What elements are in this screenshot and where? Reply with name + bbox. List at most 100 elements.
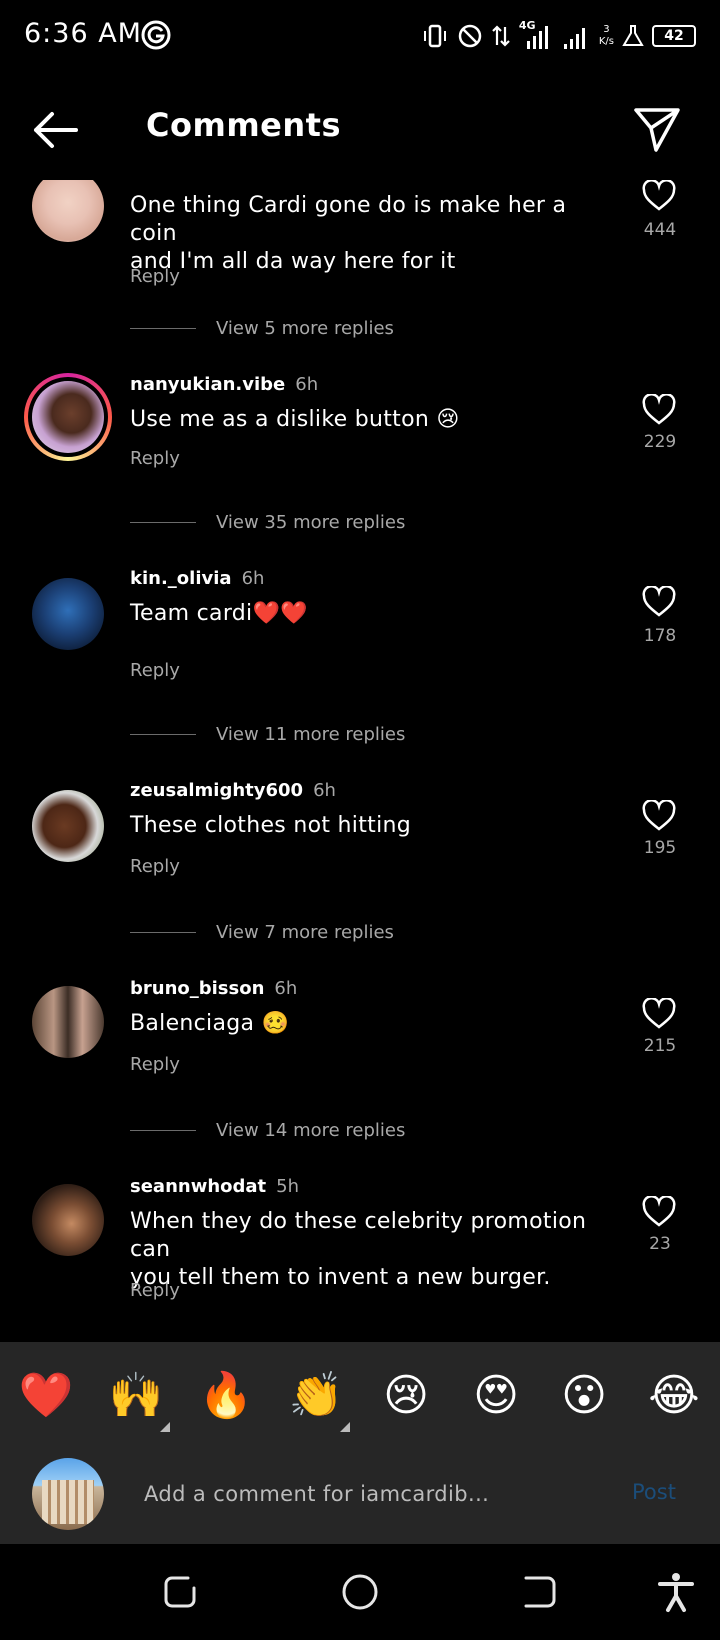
network-speed: 3 K/s bbox=[599, 24, 614, 48]
view-more-replies[interactable]: View 11 more replies bbox=[130, 722, 405, 746]
emoji-tears-of-joy[interactable]: 😂 bbox=[642, 1366, 706, 1426]
accessibility-icon[interactable] bbox=[654, 1570, 698, 1614]
back-nav-icon[interactable] bbox=[518, 1570, 562, 1614]
comment-time: 6h bbox=[295, 374, 319, 395]
emoji-clapping[interactable]: 👏 bbox=[284, 1366, 348, 1426]
comment-text: One thing Cardi gone do is make her a co… bbox=[130, 192, 620, 276]
comment-text: These clothes not hitting bbox=[130, 813, 411, 838]
comment-composer-panel: ❤️ 🙌 🔥 👏 😢 😍 😮 😂 Post bbox=[0, 1342, 720, 1544]
reply-button[interactable]: Reply bbox=[130, 1280, 180, 1301]
status-time: 6:36 AM bbox=[24, 18, 142, 49]
comment-input[interactable] bbox=[144, 1474, 584, 1514]
lab-flask-icon bbox=[622, 25, 644, 46]
comment-item: One thing Cardi gone do is make her a co… bbox=[0, 180, 720, 360]
comment-text: Team cardi❤️❤️ bbox=[130, 601, 308, 626]
comment-text-line: When they do these celebrity promotion c… bbox=[130, 1209, 587, 1262]
comment-time: 5h bbox=[276, 1176, 300, 1197]
header: Comments bbox=[0, 80, 720, 180]
reply-button[interactable]: Reply bbox=[130, 1054, 180, 1075]
comment-time: 6h bbox=[274, 978, 298, 999]
view-more-replies-label: View 7 more replies bbox=[216, 921, 394, 943]
heart-icon[interactable] bbox=[642, 800, 676, 832]
like-count: 444 bbox=[643, 220, 677, 240]
comment-text-line: and I'm all da way here for it bbox=[130, 249, 456, 274]
page-title: Comments bbox=[146, 106, 341, 144]
story-ring[interactable] bbox=[24, 373, 112, 461]
divider bbox=[130, 521, 196, 523]
avatar[interactable] bbox=[32, 578, 104, 650]
username[interactable]: zeusalmighty600 bbox=[130, 780, 303, 801]
battery-indicator: 42 bbox=[652, 25, 696, 47]
comment-meta: nanyukian.vibe 6h bbox=[130, 374, 318, 395]
comment-text: Balenciaga 🥴 bbox=[130, 1011, 290, 1036]
username[interactable]: seannwhodat bbox=[130, 1176, 266, 1197]
speed-value: 3 bbox=[603, 24, 610, 35]
reply-button[interactable]: Reply bbox=[130, 856, 180, 877]
divider bbox=[130, 1129, 196, 1131]
divider bbox=[130, 733, 196, 735]
view-more-replies[interactable]: View 5 more replies bbox=[130, 316, 394, 340]
avatar[interactable] bbox=[32, 986, 104, 1058]
like-count: 195 bbox=[643, 838, 677, 858]
username[interactable]: kin._olivia bbox=[130, 568, 232, 589]
like-count: 178 bbox=[643, 626, 677, 646]
home-circle-icon[interactable] bbox=[338, 1570, 382, 1614]
back-arrow-icon[interactable] bbox=[30, 108, 80, 152]
emoji-crying[interactable]: 😢 bbox=[374, 1366, 438, 1426]
skin-tone-indicator bbox=[340, 1422, 350, 1432]
emoji-heart[interactable]: ❤️ bbox=[14, 1366, 78, 1426]
username[interactable]: nanyukian.vibe bbox=[130, 374, 285, 395]
reply-button[interactable]: Reply bbox=[130, 266, 180, 287]
status-bar: 6:36 AM 4G 3 K/s 42 bbox=[0, 0, 720, 74]
quick-emoji-bar: ❤️ 🙌 🔥 👏 😢 😍 😮 😂 bbox=[0, 1342, 720, 1448]
comment-time: 6h bbox=[241, 568, 265, 589]
view-more-replies-label: View 35 more replies bbox=[216, 511, 406, 533]
avatar[interactable] bbox=[32, 790, 104, 862]
like-count: 229 bbox=[643, 432, 677, 452]
my-avatar bbox=[32, 1458, 104, 1530]
username[interactable]: bruno_bisson bbox=[130, 978, 264, 999]
reply-button[interactable]: Reply bbox=[130, 660, 180, 681]
comment-time: 6h bbox=[313, 780, 336, 801]
comment-meta: kin._olivia 6h bbox=[130, 568, 264, 589]
comment-item: zeusalmighty600 6h These clothes not hitt… bbox=[0, 780, 720, 976]
avatar[interactable] bbox=[32, 180, 104, 242]
emoji-heart-eyes[interactable]: 😍 bbox=[464, 1366, 528, 1426]
data-arrows-icon bbox=[492, 25, 510, 47]
system-nav-bar bbox=[0, 1544, 720, 1640]
heart-icon[interactable] bbox=[642, 998, 676, 1030]
comment-meta: zeusalmighty600 6h bbox=[130, 780, 336, 801]
comment-text: When they do these celebrity promotion c… bbox=[130, 1208, 620, 1292]
view-more-replies[interactable]: View 35 more replies bbox=[130, 510, 405, 534]
status-icons: 4G 3 K/s 42 bbox=[421, 18, 696, 54]
post-button[interactable]: Post bbox=[632, 1480, 676, 1504]
divider bbox=[130, 327, 196, 329]
comment-item: kin._olivia 6h Team cardi❤️❤️ Reply 178 V… bbox=[0, 568, 720, 778]
like-count: 215 bbox=[643, 1036, 677, 1056]
send-direct-icon[interactable] bbox=[632, 104, 682, 154]
divider bbox=[130, 931, 196, 933]
speed-unit: K/s bbox=[598, 36, 614, 47]
recent-apps-icon[interactable] bbox=[158, 1570, 202, 1614]
heart-icon[interactable] bbox=[642, 586, 676, 618]
like-count: 23 bbox=[649, 1234, 671, 1254]
emoji-fire[interactable]: 🔥 bbox=[194, 1366, 258, 1426]
comment-item: bruno_bisson 6h Balenciaga 🥴 Reply 215 Vi… bbox=[0, 978, 720, 1174]
comment-composer: Post bbox=[0, 1448, 720, 1544]
avatar bbox=[32, 381, 104, 453]
view-more-replies[interactable]: View 7 more replies bbox=[130, 920, 394, 944]
building-image bbox=[42, 1480, 94, 1524]
vibrate-icon bbox=[423, 24, 446, 48]
reply-button[interactable]: Reply bbox=[130, 448, 180, 469]
comment-item: seannwhodat 5h When they do these celebri… bbox=[0, 1176, 720, 1336]
emoji-surprised[interactable]: 😮 bbox=[552, 1366, 616, 1426]
emoji-raised-hands[interactable]: 🙌 bbox=[104, 1366, 168, 1426]
comments-list[interactable]: One thing Cardi gone do is make her a co… bbox=[0, 180, 720, 1342]
heart-icon[interactable] bbox=[642, 1196, 676, 1228]
view-more-replies[interactable]: View 14 more replies bbox=[130, 1118, 405, 1142]
heart-icon[interactable] bbox=[642, 394, 676, 426]
comment-text-line: One thing Cardi gone do is make her a co… bbox=[130, 193, 567, 246]
heart-icon[interactable] bbox=[642, 180, 676, 212]
avatar[interactable] bbox=[32, 1184, 104, 1256]
signal-icon-2 bbox=[563, 28, 585, 49]
